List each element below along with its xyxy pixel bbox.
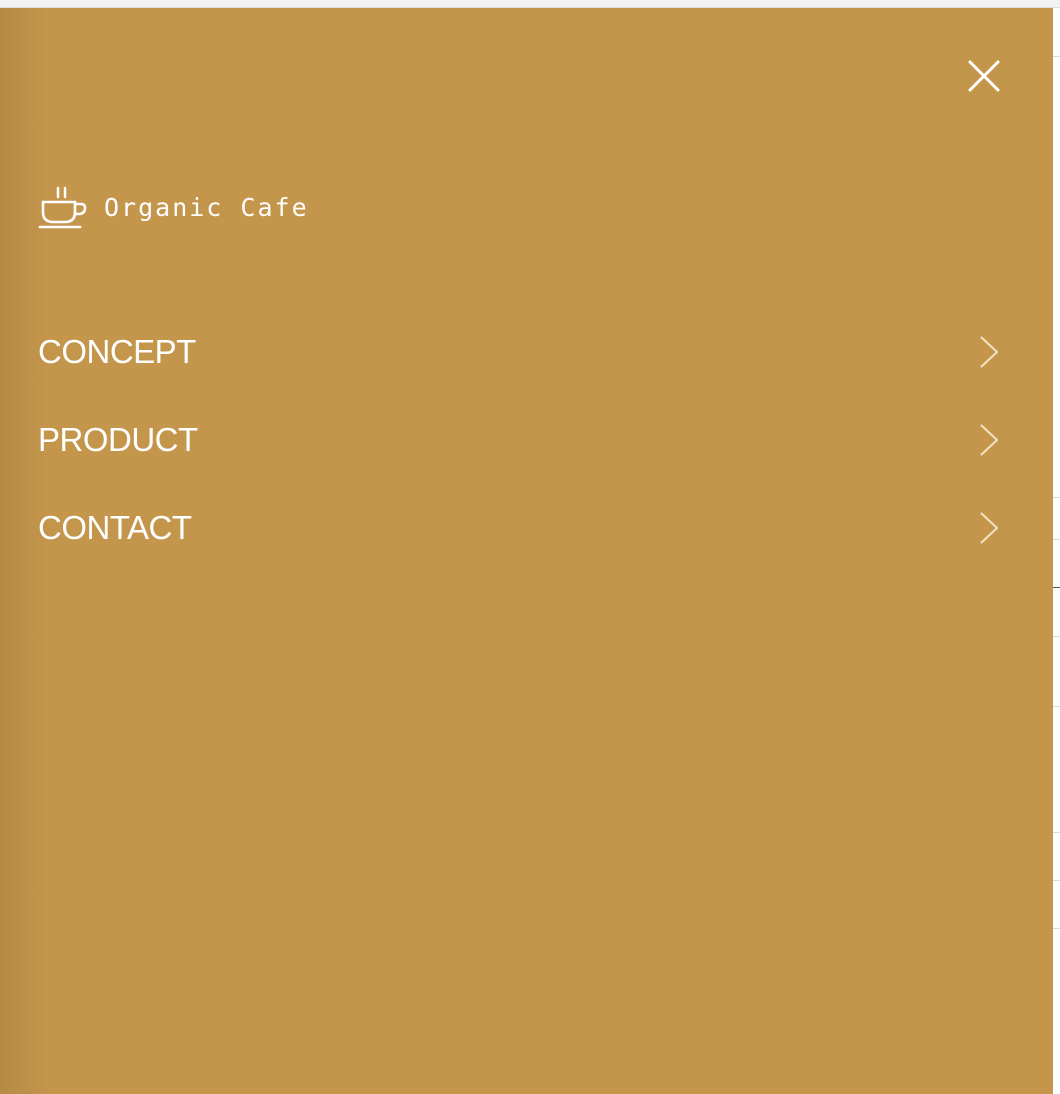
menu-item-concept[interactable]: CONCEPT xyxy=(38,308,1006,396)
close-button[interactable] xyxy=(962,58,1006,94)
menu-item-label: CONTACT xyxy=(38,509,192,546)
brand-name: Organic Cafe xyxy=(104,193,309,222)
chevron-right-icon xyxy=(980,336,999,368)
menu-item-product[interactable]: PRODUCT xyxy=(38,396,1006,484)
navigation-drawer: Organic Cafe CONCEPT PRODUCT CONTACT xyxy=(0,8,1053,1094)
backdrop-divider xyxy=(1052,832,1060,833)
backdrop-divider xyxy=(1052,928,1060,929)
menu-item-contact[interactable]: CONTACT xyxy=(38,484,1006,572)
top-strip xyxy=(0,0,1060,8)
chevron-right-icon xyxy=(980,512,999,544)
backdrop-divider xyxy=(1052,539,1060,540)
drawer-menu: CONCEPT PRODUCT CONTACT xyxy=(38,308,1006,572)
menu-item-label: PRODUCT xyxy=(38,421,198,458)
menu-item-label: CONCEPT xyxy=(38,333,196,370)
backdrop-divider xyxy=(1052,636,1060,637)
backdrop-divider xyxy=(1052,497,1060,498)
brand-logo[interactable]: Organic Cafe xyxy=(38,186,309,230)
chevron-right-icon xyxy=(980,424,999,456)
backdrop-divider xyxy=(1052,587,1060,588)
backdrop-divider xyxy=(1052,706,1060,707)
backdrop-divider xyxy=(1052,880,1060,881)
coffee-cup-icon xyxy=(38,186,87,229)
backdrop-divider xyxy=(1052,56,1060,57)
close-icon xyxy=(968,60,1000,92)
